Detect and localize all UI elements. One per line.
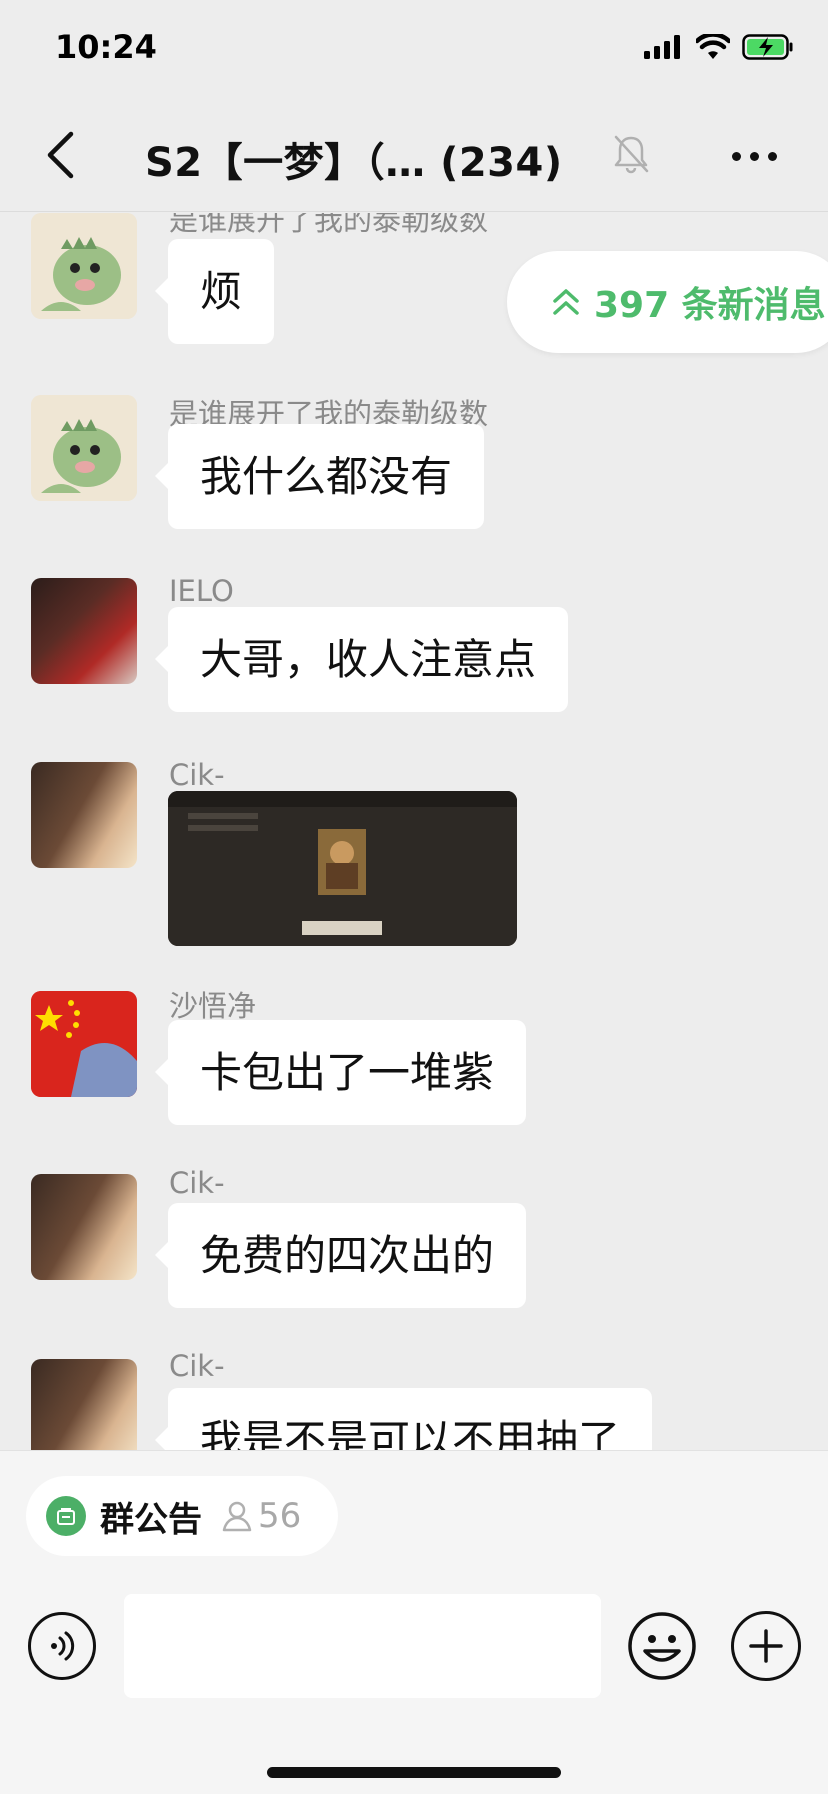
plus-icon — [749, 1629, 783, 1663]
message-bubble[interactable]: 烦 — [154, 239, 275, 344]
double-chevron-up-icon — [553, 289, 579, 315]
message-input[interactable] — [124, 1594, 601, 1698]
new-messages-button[interactable]: 397 条新消息 — [507, 251, 828, 353]
member-count: 56 — [258, 1496, 302, 1536]
bag-icon — [57, 1508, 75, 1525]
portrait-avatar[interactable] — [31, 1174, 137, 1280]
game-screenshot-art — [168, 791, 517, 946]
group-notice-label: 群公告 — [100, 1499, 202, 1540]
portrait-avatar[interactable] — [31, 762, 137, 868]
dinosaur-avatar-art — [31, 395, 137, 501]
emoji-button[interactable] — [627, 1611, 697, 1681]
notice-icon — [46, 1496, 86, 1536]
sender-name: IELO — [169, 574, 234, 608]
more-options-button[interactable] — [724, 136, 784, 176]
sender-name: Cik- — [169, 758, 225, 792]
status-time: 10:24 — [55, 28, 157, 66]
chevron-left-icon — [47, 131, 74, 179]
sender-name: Cik- — [169, 1349, 225, 1383]
sender-name: Cik- — [169, 1166, 225, 1200]
group-notice-button[interactable]: 群公告 56 — [26, 1476, 338, 1556]
voice-input-button[interactable] — [28, 1612, 96, 1680]
input-row — [0, 1594, 828, 1698]
more-input-button[interactable] — [731, 1611, 801, 1681]
chat-title: S2【一梦】（… (234) — [145, 140, 563, 186]
new-messages-label: 397 条新消息 — [594, 285, 826, 326]
message-bubble[interactable]: 卡包出了一堆紫 — [154, 1020, 527, 1125]
sender-name: 沙悟净 — [169, 989, 257, 1023]
chat-message-list[interactable]: 是谁展开了我的泰勒级数 烦 是谁展开了我的泰勒级数 我什么都没有 IELO 大哥… — [0, 213, 828, 1450]
sender-name: 是谁展开了我的泰勒级数 — [169, 213, 489, 237]
flag-avatar[interactable] — [31, 991, 137, 1097]
message-bubble[interactable]: 我什么都没有 — [154, 424, 485, 529]
back-button[interactable] — [30, 122, 90, 188]
dot-icon — [767, 151, 777, 161]
dot-icon — [749, 151, 759, 161]
wifi-icon — [696, 34, 730, 59]
player-avatar[interactable] — [31, 578, 137, 684]
cellular-signal-icon — [644, 35, 680, 59]
dinosaur-avatar-art — [31, 213, 137, 319]
portrait-avatar[interactable] — [31, 1359, 137, 1450]
dot-icon — [731, 151, 741, 161]
nav-bar: S2【一梦】（… (234) — [0, 100, 828, 212]
message-bubble[interactable]: 免费的四次出的 — [154, 1203, 527, 1308]
status-icons — [644, 34, 794, 60]
message-bubble[interactable]: 我是不是可以不用抽了 — [154, 1388, 653, 1450]
person-icon — [222, 1501, 252, 1532]
muted-bell-icon — [614, 135, 649, 174]
message-bubble[interactable]: 大哥，收人注意点 — [154, 607, 569, 712]
voice-icon — [51, 1631, 75, 1661]
game-screenshot-image[interactable] — [168, 791, 517, 946]
dinosaur-avatar[interactable] — [31, 395, 137, 501]
dinosaur-avatar[interactable] — [31, 213, 137, 319]
battery-charging-icon — [742, 34, 793, 60]
home-indicator[interactable] — [267, 1767, 561, 1778]
status-bar: 10:24 — [0, 0, 828, 100]
flag-avatar-art — [31, 991, 137, 1097]
chat-footer: 群公告 56 — [0, 1450, 828, 1794]
